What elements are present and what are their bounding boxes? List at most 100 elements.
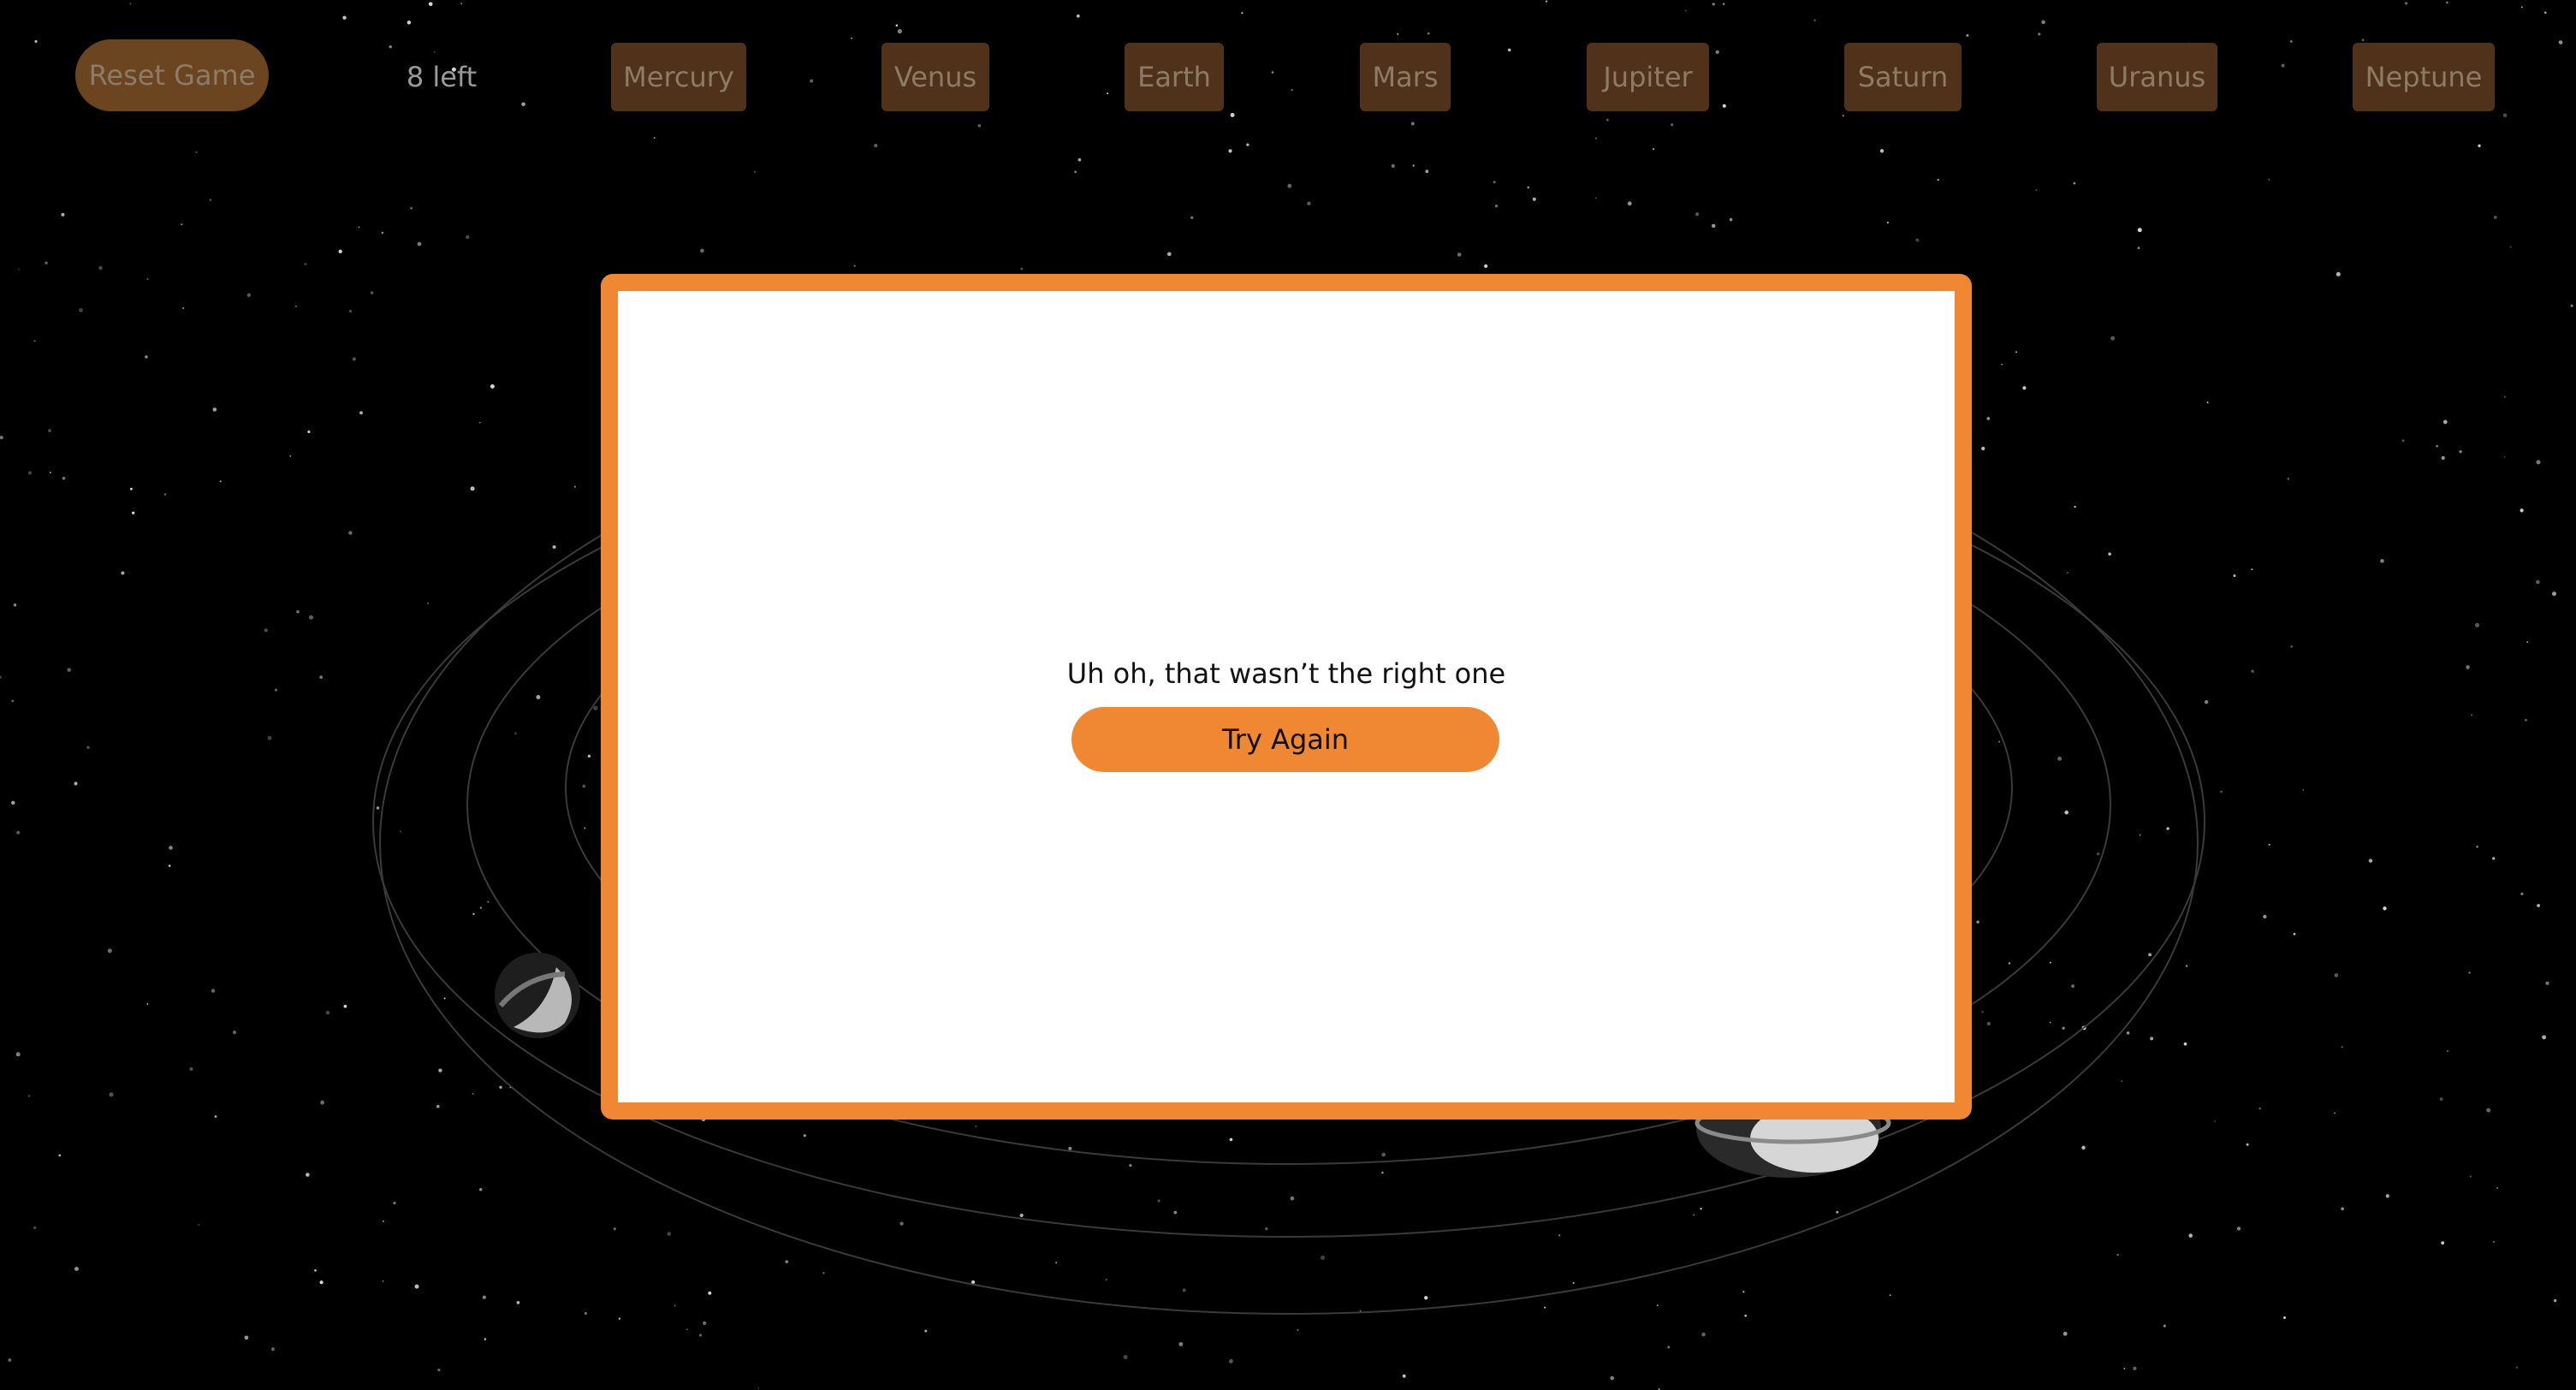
star [382,1280,384,1282]
star [1610,1375,1614,1381]
star [414,1284,419,1289]
star [1182,1288,1186,1292]
star [1055,1262,1058,1264]
star [198,1223,200,1226]
star [1722,104,1726,108]
star [1532,197,1536,201]
star [1410,122,1415,126]
star [1595,137,1597,140]
star [1229,1138,1233,1142]
star [2383,906,2387,911]
planet-button-earth[interactable]: Earth [1125,43,1224,111]
star [2436,444,2438,448]
star [674,1304,676,1307]
star [146,277,149,281]
star [2441,1241,2445,1244]
star [1701,1332,1706,1337]
star [1190,216,1194,219]
planet-button-jupiter[interactable]: Jupiter [1587,43,1709,111]
star [289,454,292,457]
star [573,485,577,488]
planet-button-saturn[interactable]: Saturn [1844,43,1962,111]
star [2116,1254,2119,1256]
star [2001,363,2003,365]
star [2459,450,2462,454]
planet-button-mercury[interactable]: Mercury [611,43,746,111]
planet-icon[interactable] [495,953,580,1038]
star [1123,1355,1128,1360]
star [1424,1296,1428,1300]
star [2066,572,2069,574]
star [1020,267,1024,270]
star [399,830,401,833]
star [79,307,83,312]
star [2466,665,2470,669]
star [132,511,135,514]
star [74,1267,79,1271]
star [1271,71,1274,74]
star [2492,1240,2496,1244]
star [319,675,323,680]
star [2133,1366,2137,1370]
reset-game-button[interactable]: Reset Game [75,39,269,111]
star [2063,1331,2068,1336]
star [1836,1210,1839,1214]
star [49,472,51,474]
star [2526,641,2528,644]
star [899,1221,904,1226]
star [2188,1233,2193,1238]
star [1402,1374,1406,1378]
star [2545,981,2549,985]
planet-button-neptune[interactable]: Neptune [2353,43,2495,111]
planet-button-uranus[interactable]: Uranus [2097,43,2217,111]
star [16,830,21,835]
star [584,1312,587,1315]
star [1671,123,1674,127]
star [499,1085,502,1090]
star [1287,183,1292,188]
star [1246,143,1249,146]
star [2263,914,2267,919]
star [1712,3,1715,6]
star [2206,401,2209,404]
star [2074,506,2076,508]
star [1842,115,1844,117]
star [2137,247,2140,250]
star [466,235,470,240]
star [1729,217,1733,222]
star [169,846,173,850]
star [2183,1042,2187,1046]
star [2447,1050,2448,1052]
result-message: Uh oh, that wasn’t the right one [1066,657,1506,690]
star [1077,157,1082,162]
star [393,1202,396,1205]
star [296,609,300,614]
star [274,688,277,692]
planet-button-mars[interactable]: Mars [1360,43,1451,111]
star [338,249,342,254]
star [343,1004,347,1008]
star [1427,32,1430,35]
star [389,45,392,49]
result-dialog-body: Uh oh, that wasn’t the right one Try Aga… [618,291,1955,1102]
star [307,430,311,434]
star [2121,1080,2122,1082]
star [2496,1187,2498,1189]
star [1700,1207,1702,1210]
star [211,989,216,993]
star [17,268,20,270]
star [2081,1145,2086,1150]
star [2515,1366,2519,1369]
try-again-button[interactable]: Try Again [1071,707,1499,772]
star [2204,699,2209,704]
star [1715,50,1719,55]
star [27,471,33,475]
star [2096,852,2100,856]
star [244,1335,249,1340]
star [438,1068,442,1072]
planet-button-venus[interactable]: Venus [881,43,989,111]
star [2341,1207,2344,1211]
star [460,3,462,5]
star [667,1232,672,1236]
star [8,1358,12,1362]
